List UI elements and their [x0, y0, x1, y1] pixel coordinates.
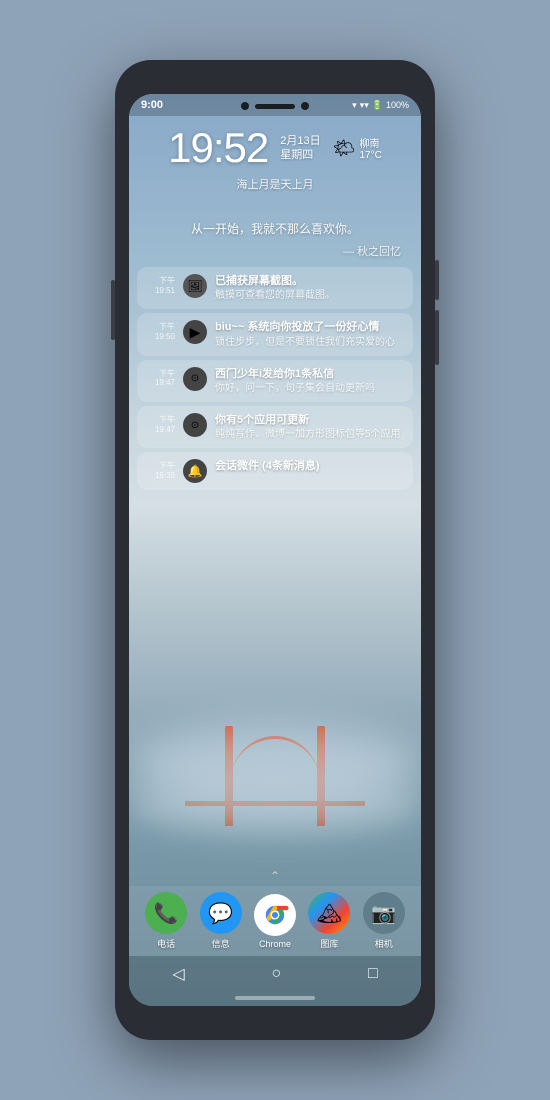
notif-icon-0: 🖼	[183, 274, 207, 298]
vol-down-button[interactable]	[435, 310, 439, 365]
messages-label: 信息	[212, 937, 230, 950]
notif-body-2: 西门少年i发给你1条私信 你好，问一下，句子集会自动更新吗	[215, 367, 405, 395]
screen-content: 9:00 ▾ ▾▾ 🔋 100% 19:52 2月13日 星期四	[129, 94, 421, 1006]
notif-icon-4: 🔔	[183, 459, 207, 483]
bottom-pill	[235, 996, 315, 1000]
phone-frame: 9:00 ▾ ▾▾ 🔋 100% 19:52 2月13日 星期四	[115, 60, 435, 1040]
photos-label: 图库	[320, 937, 338, 950]
wifi-icon: ▾	[352, 100, 357, 111]
power-button[interactable]	[111, 280, 115, 340]
notif-time-4: 下午19:39	[145, 459, 175, 480]
vol-up-button[interactable]	[435, 260, 439, 300]
chrome-icon[interactable]	[254, 894, 296, 936]
app-camera[interactable]: 📷 相机	[363, 892, 405, 950]
signal-icon: ▾▾	[360, 100, 369, 111]
phone-screen: 9:00 ▾ ▾▾ 🔋 100% 19:52 2月13日 星期四	[129, 94, 421, 1006]
status-time: 9:00	[141, 99, 163, 111]
app-phone[interactable]: 📞 电话	[145, 892, 187, 950]
battery-icon: 🔋	[372, 100, 383, 111]
weather-info: 🌤 柳南 17°C	[333, 135, 382, 161]
weather-icon: 🌤	[333, 138, 356, 159]
swipe-hint: ⌃	[129, 866, 421, 886]
notch-area	[241, 102, 309, 110]
notif-body-3: 你有5个应用可更新 纯纯写作、微博一加方形图标包等5个应用	[215, 413, 405, 441]
notif-body-4: 会话微件 (4条新消息)	[215, 459, 405, 473]
app-messages[interactable]: 💬 信息	[200, 892, 242, 950]
quote-text: 从一开始，我就不那么喜欢你。	[149, 220, 401, 239]
notif-body-1: biu~~ 系统向你投放了一份好心情 锁住步步，但是不要锁住我们充实爱的心	[215, 320, 405, 348]
notif-icon-1: ▶	[183, 320, 207, 344]
nav-back[interactable]: ◁	[172, 964, 184, 984]
swipe-up-arrow: ⌃	[270, 869, 280, 883]
notif-icon-2: ⊙	[183, 367, 207, 391]
notifications-list: 下午19:51 🖼 已捕获屏幕截图。 触摸可查看您的屏幕截图。 下午19:50 …	[129, 259, 421, 866]
quote-author: — 秋之回忆	[149, 243, 401, 259]
notif-item-3[interactable]: 下午19:47 ⊙ 你有5个应用可更新 纯纯写作、微博一加方形图标包等5个应用	[137, 406, 413, 448]
notif-item-2[interactable]: 下午19:47 ⊙ 西门少年i发给你1条私信 你好，问一下，句子集会自动更新吗	[137, 360, 413, 402]
messages-icon[interactable]: 💬	[200, 892, 242, 934]
chrome-label: Chrome	[259, 939, 291, 949]
notif-item-4[interactable]: 下午19:39 🔔 会话微件 (4条新消息)	[137, 452, 413, 490]
notif-time-3: 下午19:47	[145, 413, 175, 434]
speaker	[255, 104, 295, 109]
front-camera-right	[301, 102, 309, 110]
app-dock: 📞 电话 💬 信息	[129, 886, 421, 956]
camera-label: 相机	[375, 937, 393, 950]
clock-row: 19:52 2月13日 星期四 🌤 柳南 17°C	[168, 124, 382, 172]
app-photos[interactable]: 🏔 图库	[308, 892, 350, 950]
clock-subtitle: 海上月是天上月	[237, 176, 314, 192]
camera-icon[interactable]: 📷	[363, 892, 405, 934]
clock-time: 19:52	[168, 124, 268, 172]
notif-item-1[interactable]: 下午19:50 ▶ biu~~ 系统向你投放了一份好心情 锁住步步，但是不要锁住…	[137, 313, 413, 355]
front-camera-left	[241, 102, 249, 110]
notif-item-0[interactable]: 下午19:51 🖼 已捕获屏幕截图。 触摸可查看您的屏幕截图。	[137, 267, 413, 309]
notif-icon-3: ⊙	[183, 413, 207, 437]
battery-percent: 100%	[386, 100, 409, 110]
bottom-pill-area	[129, 992, 421, 1006]
nav-home[interactable]: ○	[271, 965, 281, 983]
status-icons: ▾ ▾▾ 🔋 100%	[352, 100, 409, 111]
notif-body-0: 已捕获屏幕截图。 触摸可查看您的屏幕截图。	[215, 274, 405, 302]
quote-area: 从一开始，我就不那么喜欢你。 — 秋之回忆	[129, 200, 421, 259]
weather-text: 柳南 17°C	[359, 135, 381, 161]
phone-label: 电话	[157, 937, 175, 950]
phone-icon[interactable]: 📞	[145, 892, 187, 934]
notif-time-0: 下午19:51	[145, 274, 175, 295]
app-chrome[interactable]: Chrome	[254, 894, 296, 949]
photos-icon[interactable]: 🏔	[308, 892, 350, 934]
clock-date: 2月13日 星期四	[280, 134, 320, 163]
nav-bar: ◁ ○ □	[129, 956, 421, 992]
notif-time-1: 下午19:50	[145, 320, 175, 341]
nav-recents[interactable]: □	[368, 965, 378, 983]
clock-right: 2月13日 星期四	[280, 134, 320, 163]
notif-time-2: 下午19:47	[145, 367, 175, 388]
